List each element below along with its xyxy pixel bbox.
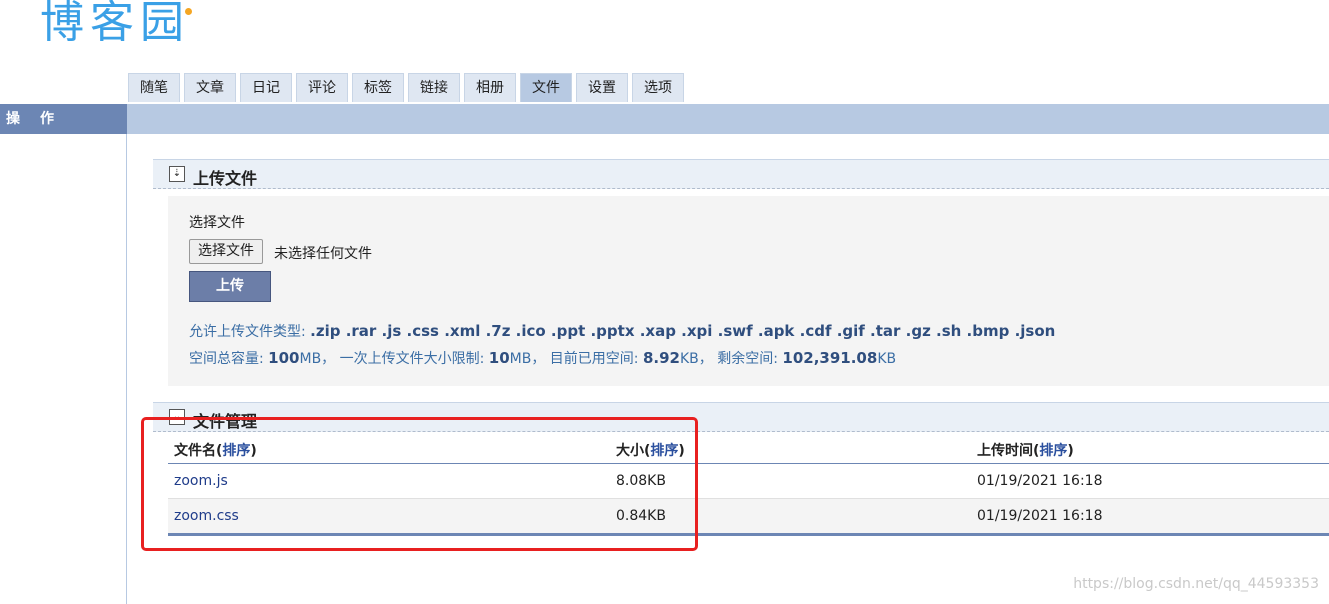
upload-section-header: ⇣ 上传文件 bbox=[153, 159, 1329, 189]
file-time-cell: 01/19/2021 16:18 bbox=[977, 473, 1103, 489]
site-logo[interactable]: 博客园 bbox=[40, 0, 192, 50]
time-column-header: 上传时间(排序) bbox=[977, 443, 1074, 459]
content-top-bar bbox=[127, 104, 1329, 134]
tab-wenzhang[interactable]: 文章 bbox=[184, 73, 236, 102]
main-tabs: 随笔 文章 日记 评论 标签 链接 相册 文件 设置 选项 bbox=[128, 73, 684, 102]
upload-button[interactable]: 上传 bbox=[189, 271, 271, 302]
tab-lianjie[interactable]: 链接 bbox=[408, 73, 460, 102]
tab-wenjian[interactable]: 文件 bbox=[520, 73, 572, 102]
allowed-types-text: 允许上传文件类型: .zip .rar .js .css .xml .7z .i… bbox=[189, 322, 1056, 340]
logo-dot bbox=[185, 8, 192, 15]
tab-xuanxiang[interactable]: 选项 bbox=[632, 73, 684, 102]
quota-text: 空间总容量: 100MB， 一次上传文件大小限制: 10MB， 目前已用空间: … bbox=[189, 349, 897, 367]
tab-shezhi[interactable]: 设置 bbox=[576, 73, 628, 102]
tab-pinglun[interactable]: 评论 bbox=[296, 73, 348, 102]
double-chevron-down-icon[interactable]: ⇣ bbox=[169, 166, 185, 182]
red-highlight-box bbox=[141, 417, 698, 551]
tab-biaoqian[interactable]: 标签 bbox=[352, 73, 404, 102]
sidebar-divider bbox=[126, 134, 127, 604]
tab-xiangce[interactable]: 相册 bbox=[464, 73, 516, 102]
choose-file-label: 选择文件 bbox=[189, 215, 245, 231]
sidebar-title: 操作 bbox=[0, 104, 127, 134]
tab-riji[interactable]: 日记 bbox=[240, 73, 292, 102]
no-file-text: 未选择任何文件 bbox=[274, 246, 372, 262]
watermark-text: https://blog.csdn.net/qq_44593353 bbox=[1073, 576, 1319, 592]
choose-file-button[interactable]: 选择文件 bbox=[189, 239, 263, 264]
tab-suibi[interactable]: 随笔 bbox=[128, 73, 180, 102]
upload-section-title: 上传文件 bbox=[193, 169, 258, 188]
upload-panel: 选择文件 选择文件 未选择任何文件 上传 允许上传文件类型: .zip .rar… bbox=[168, 196, 1329, 386]
file-time-cell: 01/19/2021 16:18 bbox=[977, 508, 1103, 524]
sort-by-time-link[interactable]: 排序 bbox=[1039, 443, 1067, 459]
